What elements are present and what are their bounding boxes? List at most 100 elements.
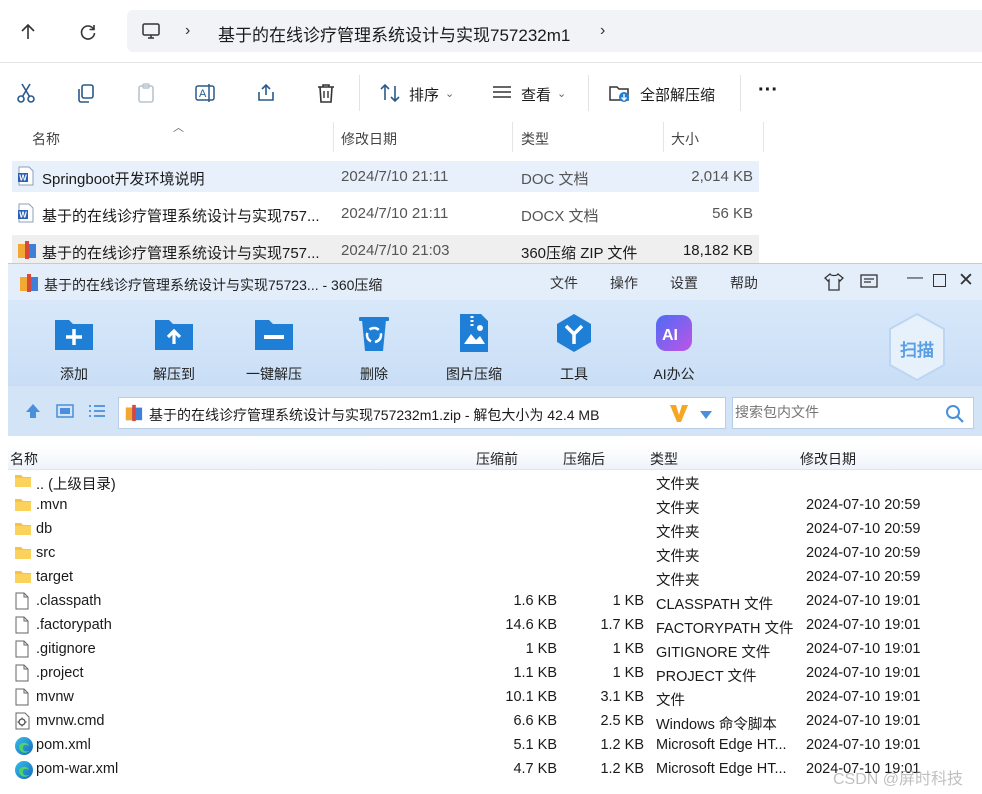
message-icon[interactable] (859, 273, 879, 294)
breadcrumb[interactable]: › 基于的在线诊疗管理系统设计与实现757232m1 › (127, 10, 982, 52)
file-type: 文件夹 (656, 549, 700, 565)
file-icon (14, 592, 30, 614)
divider (588, 75, 589, 111)
refresh-icon[interactable] (70, 14, 106, 50)
sort-icon[interactable] (378, 81, 402, 105)
image-compress-button[interactable]: 图片压缩 (434, 312, 514, 384)
add-button[interactable]: 添加 (34, 312, 114, 384)
extract-all-button[interactable]: 全部解压缩 (640, 84, 715, 105)
extract-all-icon[interactable] (608, 81, 632, 105)
cmd-icon (14, 712, 32, 734)
zip-file-row[interactable]: .mvn 文件夹 2024-07-10 20:59 (8, 494, 982, 518)
file-name: .mvn (36, 497, 68, 513)
column-before[interactable]: 压缩前 (476, 449, 518, 469)
zip-file-row[interactable]: .factorypath 14.6 KB 1.7 KB FACTORYPATH … (8, 614, 982, 638)
maximize-icon[interactable] (933, 274, 946, 287)
menu-settings[interactable]: 设置 (670, 273, 698, 293)
file-row[interactable]: W Springboot开发环境说明 2024/7/10 21:11 DOC 文… (12, 161, 759, 192)
file-name: 基于的在线诊疗管理系统设计与实现757... (42, 245, 320, 262)
menu-operation[interactable]: 操作 (610, 273, 638, 293)
cut-icon[interactable] (14, 81, 38, 105)
zip-file-row[interactable]: .. (上级目录) 文件夹 (8, 470, 982, 494)
paste-icon[interactable] (134, 81, 158, 105)
file-icon (14, 688, 30, 710)
extract-to-icon (153, 312, 195, 354)
minimize-icon[interactable]: — (907, 269, 923, 287)
menu-help[interactable]: 帮助 (730, 273, 758, 293)
view-button[interactable]: 查看 (521, 84, 551, 105)
dropdown-arrow-icon[interactable] (699, 407, 713, 423)
sort-button[interactable]: 排序 (409, 84, 439, 105)
file-name: .gitignore (36, 641, 96, 657)
share-icon[interactable] (254, 81, 278, 105)
file-row[interactable]: 基于的在线诊疗管理系统设计与实现757... 2024/7/10 21:03 3… (12, 235, 759, 266)
file-row[interactable]: W 基于的在线诊疗管理系统设计与实现757... 2024/7/10 21:11… (12, 198, 759, 229)
zip-app-icon (19, 273, 39, 296)
search-input[interactable] (735, 404, 935, 420)
one-click-extract-button[interactable]: 一键解压 (234, 312, 314, 384)
delete-icon[interactable] (314, 81, 338, 105)
size-before: 4.7 KB (513, 761, 557, 777)
zip-path-field[interactable]: 基于的在线诊疗管理系统设计与实现757232m1.zip - 解包大小为 42.… (118, 397, 726, 429)
scan-label: 扫描 (900, 341, 934, 360)
size-after: 1.2 KB (600, 737, 644, 753)
file-list-header: ︿ 名称 修改日期 类型 大小 (0, 122, 982, 152)
delete-button[interactable]: 删除 (334, 312, 414, 384)
file-date: 2024/7/10 21:11 (341, 168, 449, 185)
column-date[interactable]: 修改日期 (800, 449, 856, 469)
up-level-icon[interactable] (24, 402, 42, 423)
file-date: 2024-07-10 20:59 (806, 569, 921, 585)
size-after: 3.1 KB (600, 689, 644, 705)
close-icon[interactable]: ✕ (958, 269, 974, 292)
zip-title-bar: 基于的在线诊疗管理系统设计与实现75723... - 360压缩 文件 操作 设… (8, 264, 982, 300)
file-type: GITIGNORE 文件 (656, 645, 771, 661)
zip-window-title: 基于的在线诊疗管理系统设计与实现75723... - 360压缩 (44, 277, 383, 293)
svg-text:W: W (19, 211, 27, 220)
word-icon: W (17, 203, 35, 227)
copy-icon[interactable] (74, 81, 98, 105)
column-type[interactable]: 类型 (521, 129, 549, 149)
chevron-right-icon[interactable]: › (600, 22, 605, 40)
search-icon[interactable] (945, 404, 965, 427)
zip-file-row[interactable]: pom.xml 5.1 KB 1.2 KB Microsoft Edge HT.… (8, 734, 982, 758)
scan-button[interactable]: 扫描 (886, 312, 948, 382)
file-date: 2024-07-10 19:01 (806, 593, 921, 609)
file-type: 文件夹 (656, 501, 700, 517)
view-icon[interactable] (490, 81, 514, 105)
column-size[interactable]: 大小 (671, 129, 699, 149)
more-options-button[interactable]: ··· (758, 79, 778, 102)
zip-file-row[interactable]: db 文件夹 2024-07-10 20:59 (8, 518, 982, 542)
thumbnail-view-icon[interactable] (56, 402, 74, 423)
list-view-icon[interactable] (88, 402, 106, 423)
zip-file-row[interactable]: mvnw.cmd 6.6 KB 2.5 KB Windows 命令脚本 2024… (8, 710, 982, 734)
extract-to-button[interactable]: 解压到 (134, 312, 214, 384)
column-after[interactable]: 压缩后 (563, 449, 605, 469)
file-name: src (36, 545, 56, 561)
zip-file-row[interactable]: .classpath 1.6 KB 1 KB CLASSPATH 文件 2024… (8, 590, 982, 614)
svg-text:A: A (199, 88, 207, 100)
column-name[interactable]: 名称 (10, 449, 38, 469)
add-icon (53, 312, 95, 354)
v-logo-icon[interactable] (669, 403, 689, 426)
zip-file-row[interactable]: .gitignore 1 KB 1 KB GITIGNORE 文件 2024-0… (8, 638, 982, 662)
column-name[interactable]: 名称 (32, 129, 60, 149)
column-type[interactable]: 类型 (650, 449, 678, 469)
size-after: 2.5 KB (600, 713, 644, 729)
up-arrow-icon[interactable] (10, 14, 46, 50)
zip-file-row[interactable]: .project 1.1 KB 1 KB PROJECT 文件 2024-07-… (8, 662, 982, 686)
file-date: 2024-07-10 19:01 (806, 737, 921, 753)
ai-icon: AI (653, 312, 695, 354)
rename-icon[interactable]: A (194, 81, 218, 105)
chevron-down-icon: ⌄ (557, 88, 567, 100)
column-date[interactable]: 修改日期 (341, 129, 397, 149)
file-name: .. (上级目录) (36, 477, 116, 493)
zip-file-row[interactable]: mvnw 10.1 KB 3.1 KB 文件 2024-07-10 19:01 (8, 686, 982, 710)
zip-file-row[interactable]: src 文件夹 2024-07-10 20:59 (8, 542, 982, 566)
menu-file[interactable]: 文件 (550, 273, 578, 293)
skin-icon[interactable] (823, 272, 845, 295)
tools-button[interactable]: 工具 (534, 312, 614, 384)
current-folder-path[interactable]: 基于的在线诊疗管理系统设计与实现757232m1 (218, 21, 570, 46)
zip-search-box[interactable] (732, 397, 974, 429)
zip-file-row[interactable]: target 文件夹 2024-07-10 20:59 (8, 566, 982, 590)
ai-office-button[interactable]: AI AI办公 (634, 312, 714, 384)
